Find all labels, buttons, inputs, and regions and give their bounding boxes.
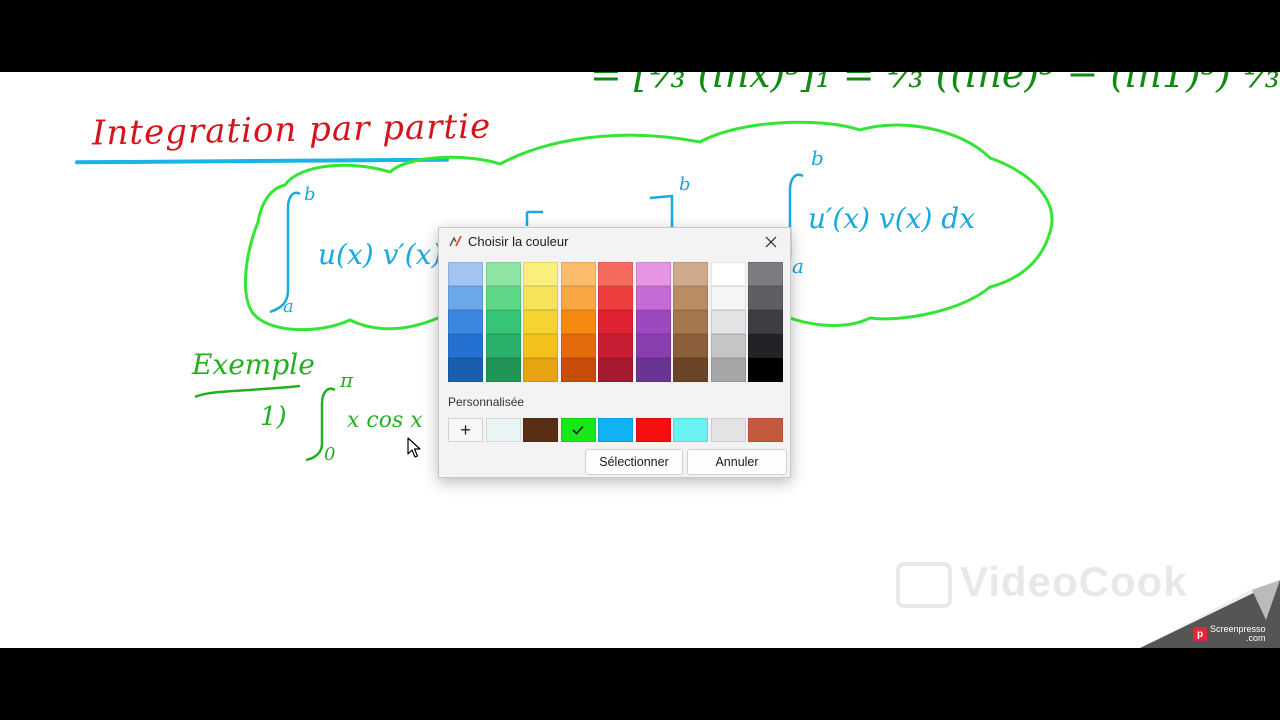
- custom-color-swatch[interactable]: [560, 418, 596, 442]
- example-number: 1): [260, 402, 287, 432]
- palette-swatch[interactable]: [485, 310, 521, 334]
- custom-color-swatch[interactable]: [523, 418, 558, 442]
- palette-swatch[interactable]: [560, 334, 596, 358]
- left-upper-bound: b: [304, 184, 316, 205]
- palette-swatch[interactable]: [673, 358, 708, 382]
- screenpresso-brand: p Screenpresso .com: [1193, 625, 1266, 643]
- palette-swatch[interactable]: [673, 262, 708, 286]
- palette-swatch[interactable]: [673, 310, 708, 334]
- palette-swatch[interactable]: [635, 310, 671, 334]
- mouse-cursor-icon: [407, 437, 421, 458]
- letterbox-bottom: [0, 648, 1280, 720]
- palette-swatch[interactable]: [598, 262, 633, 286]
- palette-swatch[interactable]: [485, 286, 521, 310]
- palette-swatch[interactable]: [710, 334, 746, 358]
- palette-swatch[interactable]: [598, 310, 633, 334]
- palette-swatch[interactable]: [523, 262, 558, 286]
- palette-swatch[interactable]: [523, 286, 558, 310]
- custom-color-swatch[interactable]: [635, 418, 671, 442]
- palette-swatch[interactable]: [598, 334, 633, 358]
- palette-swatch[interactable]: [748, 286, 783, 310]
- screenpresso-suffix: .com: [1246, 633, 1266, 643]
- palette-swatch[interactable]: [635, 262, 671, 286]
- app-icon: [449, 235, 462, 247]
- palette-swatch[interactable]: [485, 334, 521, 358]
- palette-swatch[interactable]: [748, 310, 783, 334]
- palette-swatch[interactable]: [523, 334, 558, 358]
- palette-swatch[interactable]: [635, 358, 671, 382]
- palette-swatch[interactable]: [748, 334, 783, 358]
- palette-swatch[interactable]: [673, 334, 708, 358]
- palette-swatch[interactable]: [485, 262, 521, 286]
- dialog-title-bar: Choisir la couleur: [449, 234, 568, 249]
- palette-swatch[interactable]: [523, 358, 558, 382]
- palette-swatch[interactable]: [560, 262, 596, 286]
- screenpresso-icon: p: [1193, 627, 1207, 641]
- right-lower-bound: a: [792, 254, 804, 278]
- example-upper-bound: π: [340, 368, 354, 392]
- palette-swatch[interactable]: [635, 334, 671, 358]
- palette-swatch[interactable]: [635, 286, 671, 310]
- palette-swatch[interactable]: [448, 286, 483, 310]
- cancel-button[interactable]: Annuler: [687, 449, 787, 475]
- right-formula: u′(x) v(x) dx: [808, 202, 976, 235]
- example-integrand: x cos x: [347, 408, 423, 433]
- custom-color-swatch[interactable]: [598, 418, 633, 442]
- color-palette: [448, 262, 783, 382]
- palette-swatch[interactable]: [673, 286, 708, 310]
- palette-swatch[interactable]: [748, 358, 783, 382]
- color-picker-dialog: Choisir la couleur Personnalisée + Sélec…: [438, 227, 791, 478]
- palette-swatch[interactable]: [448, 358, 483, 382]
- palette-swatch[interactable]: [448, 310, 483, 334]
- palette-swatch[interactable]: [560, 358, 596, 382]
- palette-swatch[interactable]: [560, 310, 596, 334]
- example-label: Exemple: [192, 348, 315, 381]
- palette-swatch[interactable]: [448, 262, 483, 286]
- palette-swatch[interactable]: [748, 262, 783, 286]
- palette-swatch[interactable]: [598, 358, 633, 382]
- palette-swatch[interactable]: [523, 310, 558, 334]
- palette-swatch[interactable]: [710, 310, 746, 334]
- left-lower-bound: a: [283, 296, 294, 317]
- palette-swatch[interactable]: [598, 286, 633, 310]
- palette-swatch[interactable]: [485, 358, 521, 382]
- dialog-title: Choisir la couleur: [468, 234, 569, 249]
- custom-colors-label: Personnalisée: [448, 395, 525, 409]
- checkmark-icon: [562, 419, 595, 441]
- example-lower-bound: 0: [324, 444, 336, 465]
- left-formula: u(x) v′(x): [318, 238, 443, 271]
- palette-swatch[interactable]: [710, 262, 746, 286]
- palette-swatch[interactable]: [710, 286, 746, 310]
- letterbox-top: [0, 0, 1280, 72]
- palette-swatch[interactable]: [560, 286, 596, 310]
- custom-color-swatch[interactable]: [485, 418, 521, 442]
- custom-colors-row: +: [448, 418, 783, 442]
- palette-swatch[interactable]: [448, 334, 483, 358]
- custom-color-swatch[interactable]: [748, 418, 783, 442]
- custom-color-swatch[interactable]: [673, 418, 708, 442]
- close-button[interactable]: [758, 230, 784, 254]
- palette-swatch[interactable]: [710, 358, 746, 382]
- close-icon: [765, 236, 777, 248]
- add-custom-color-button[interactable]: +: [448, 418, 483, 442]
- right-upper-bound: b: [811, 146, 824, 170]
- custom-color-swatch[interactable]: [710, 418, 746, 442]
- bracket-upper-bound: b: [679, 174, 691, 195]
- watermark-logo: [896, 562, 952, 608]
- select-button[interactable]: Sélectionner: [585, 449, 683, 475]
